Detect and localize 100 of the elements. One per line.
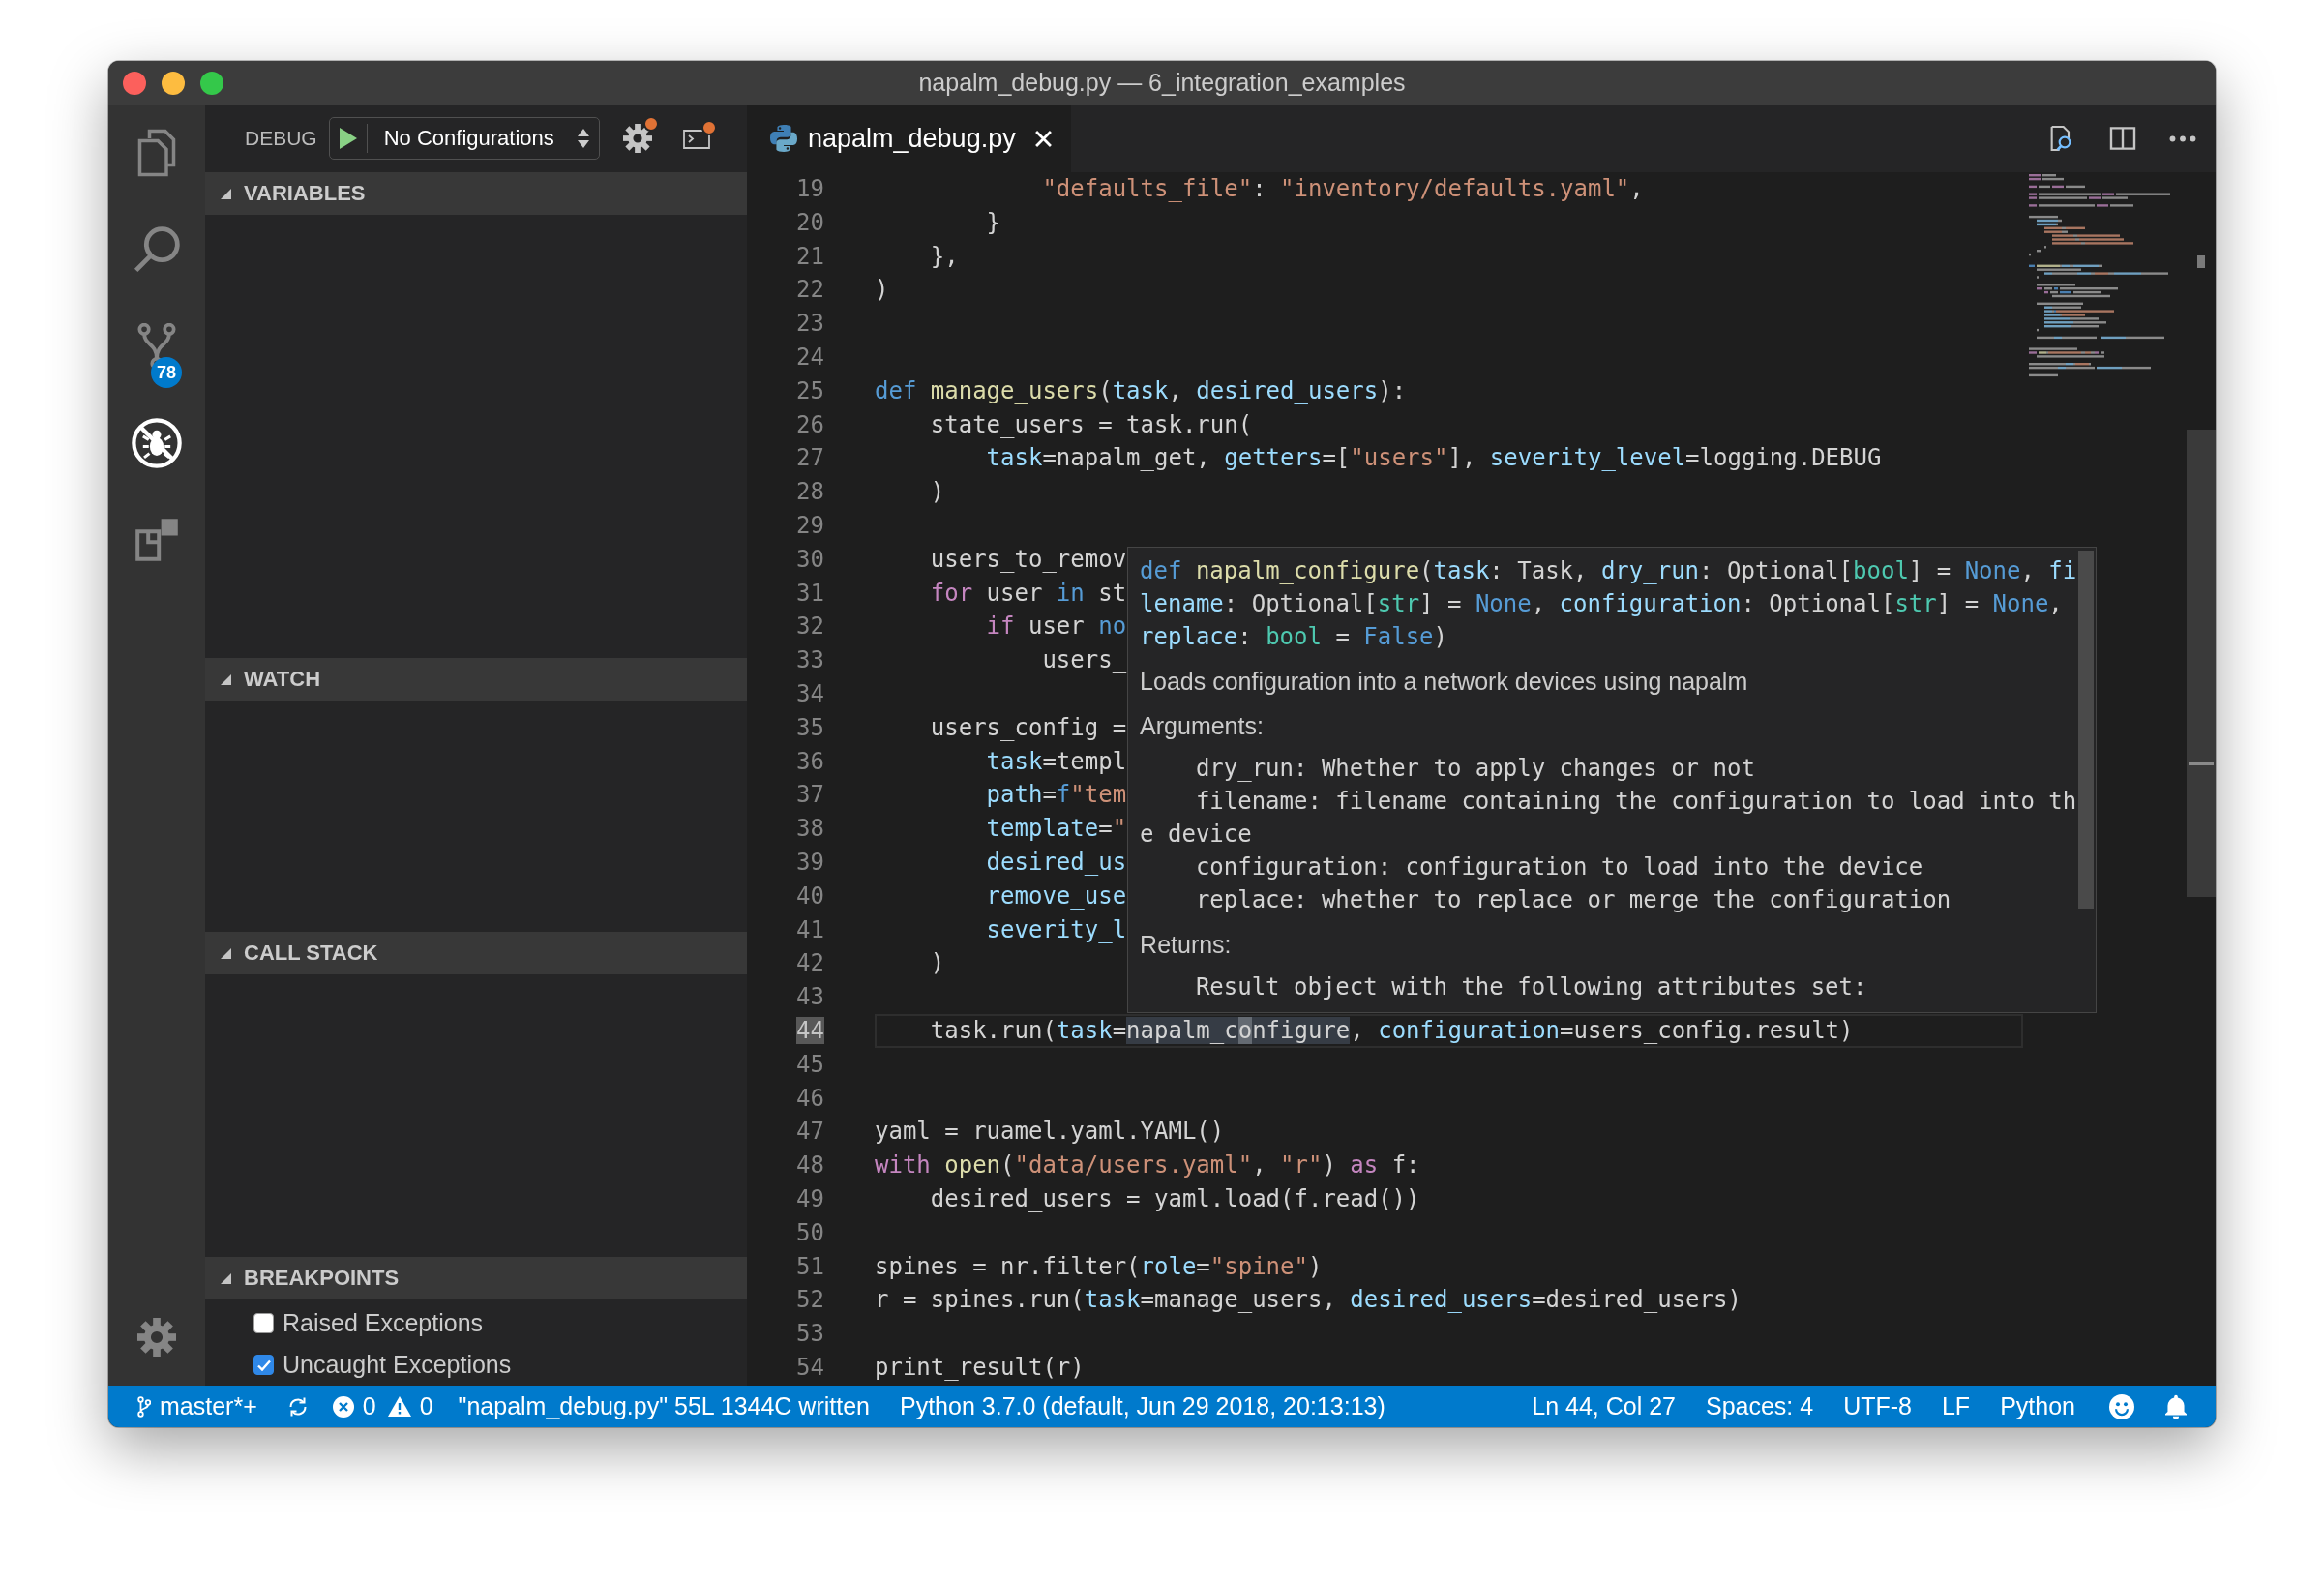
code-line: ) xyxy=(929,478,945,506)
code-line: for user in st xyxy=(929,579,1127,607)
section-header[interactable]: WATCH xyxy=(205,658,747,701)
checkmark-icon xyxy=(256,1359,271,1371)
notification-dot-icon xyxy=(642,116,659,132)
code-line: users_to_remov xyxy=(929,545,1127,573)
line-number: 32 xyxy=(796,612,824,641)
section-header[interactable]: BREAKPOINTS xyxy=(205,1257,747,1299)
count-badge: 78 xyxy=(151,357,182,388)
line-number: 47 xyxy=(796,1118,824,1146)
line-number: 28 xyxy=(796,478,824,506)
code-line: ) xyxy=(875,276,889,304)
code-line: users_ xyxy=(1041,646,1127,674)
line-number: 37 xyxy=(796,781,824,809)
files-icon[interactable] xyxy=(137,129,176,177)
line-number: 45 xyxy=(796,1050,824,1078)
code-line: users_config = xyxy=(929,713,1127,741)
line-number: 53 xyxy=(796,1320,824,1348)
line-number: 22 xyxy=(796,276,824,304)
close-icon[interactable] xyxy=(1034,130,1052,147)
code-line: spines = nr.filter(role="spine") xyxy=(875,1252,1323,1280)
code-line: task.run(task=napalm_configure, configuration=users_config.result) xyxy=(929,1016,1854,1044)
line-number: 41 xyxy=(796,915,824,943)
code-line: task=templ xyxy=(985,747,1127,775)
section-header[interactable]: CALL STACK xyxy=(205,932,747,974)
line-number: 51 xyxy=(796,1252,824,1280)
code-line: }, xyxy=(929,242,959,270)
line-number: 24 xyxy=(796,343,824,371)
line-number: 38 xyxy=(796,815,824,843)
line-number: 27 xyxy=(796,444,824,472)
checkbox[interactable] xyxy=(253,1313,274,1333)
docstring-line: dry_run: Whether to apply changes or not xyxy=(1194,754,1756,784)
line-number: 50 xyxy=(796,1218,824,1246)
code-line: if user no xyxy=(985,612,1127,641)
breakpoint-label: Raised Exceptions xyxy=(283,1309,484,1337)
code-line: desired_users = yaml.load(f.read()) xyxy=(929,1184,1420,1212)
more-icon[interactable] xyxy=(2169,134,2196,142)
code-line: state_users = task.run( xyxy=(929,410,1253,438)
scrollbar-thumb[interactable] xyxy=(2078,551,2095,909)
error-icon xyxy=(332,1395,354,1418)
status-message: "napalm_debug.py" 55L 1344C written xyxy=(458,1392,870,1420)
line-number: 34 xyxy=(796,679,824,707)
line-number: 21 xyxy=(796,242,824,270)
line-number: 30 xyxy=(796,545,824,573)
search-icon[interactable] xyxy=(134,226,180,273)
code-line: "defaults_file": "inventory/defaults.yaml", xyxy=(1041,175,1644,202)
docstring-line: configuration: configuration to load into the device xyxy=(1194,852,1924,882)
play-icon xyxy=(339,128,357,149)
error-count[interactable]: 0 xyxy=(332,1392,376,1420)
smiley-icon[interactable] xyxy=(2109,1393,2134,1419)
line-number: 23 xyxy=(796,310,824,338)
code-line: yaml = ruamel.yaml.YAML() xyxy=(875,1118,1225,1146)
editor-tab[interactable]: napalm_debug.py xyxy=(747,105,1071,172)
notification-dot-icon xyxy=(700,120,717,135)
line-number: 25 xyxy=(796,376,824,404)
minimize-window-icon[interactable] xyxy=(162,71,185,95)
debug-label: DEBUG xyxy=(245,127,317,150)
section-header[interactable]: VARIABLES xyxy=(205,172,747,215)
breakpoint-label: Uncaught Exceptions xyxy=(283,1351,512,1379)
function-signature: def napalm_configure(task: Task, dry_run: Optional[bool] = None, filename: Optional[str] = None, configuration: Optional[str] = None, replace: bool = False) xyxy=(1140,556,2077,652)
indentation-status[interactable]: Spaces: 4 xyxy=(1705,1392,1814,1420)
line-number: 42 xyxy=(796,949,824,977)
zoom-window-icon[interactable] xyxy=(200,71,223,95)
code-line: r = spines.run(task=manage_users, desired_users=desired_users) xyxy=(875,1286,1742,1314)
python-file-icon xyxy=(770,125,797,152)
bell-icon[interactable] xyxy=(2165,1393,2187,1419)
scrollbar-thumb[interactable] xyxy=(2187,430,2216,897)
code-line: remove_use xyxy=(985,881,1127,910)
window-title: napalm_debug.py — 6_integration_examples xyxy=(918,69,1406,97)
code-line: severity_l xyxy=(985,915,1127,943)
code-line: with open("data/users.yaml", "r") as f: xyxy=(875,1151,1420,1180)
language-status[interactable]: Python xyxy=(2000,1392,2075,1420)
line-number: 26 xyxy=(796,410,824,438)
line-ending-status[interactable]: LF xyxy=(1941,1392,1971,1420)
configuration-dropdown[interactable]: No Configurations xyxy=(367,118,599,159)
encoding-status[interactable]: UTF-8 xyxy=(1843,1392,1912,1420)
checkbox[interactable] xyxy=(253,1355,274,1375)
crossed-bug-icon[interactable] xyxy=(132,418,182,468)
line-number: 33 xyxy=(796,646,824,674)
line-number: 39 xyxy=(796,848,824,876)
code-line: } xyxy=(985,208,1001,236)
code-line: task=napalm_get, getters=["users"], severity_level=logging.DEBUG xyxy=(985,444,1882,472)
settings-icon[interactable] xyxy=(622,124,652,153)
line-number: 43 xyxy=(796,983,824,1011)
extensions-icon[interactable] xyxy=(135,519,178,561)
line-number: 52 xyxy=(796,1286,824,1314)
line-number: 54 xyxy=(796,1353,824,1381)
branch-status[interactable]: master*+ xyxy=(137,1392,257,1420)
terminal-icon[interactable] xyxy=(682,128,710,149)
close-window-icon[interactable] xyxy=(123,71,146,95)
interpreter-status[interactable]: Python 3.7.0 (default, Jun 29 2018, 20:13:13) xyxy=(900,1392,1385,1420)
code-line: ) xyxy=(929,949,945,977)
branch-icon xyxy=(137,1395,151,1418)
line-number: 31 xyxy=(796,579,824,607)
line-number: 48 xyxy=(796,1151,824,1180)
warning-count[interactable]: 0 xyxy=(387,1392,433,1420)
code-line: template=" xyxy=(985,815,1127,843)
line-number: 40 xyxy=(796,881,824,910)
cursor-position-status[interactable]: Ln 44, Col 27 xyxy=(1532,1392,1676,1420)
docstring-summary: Loads configuration into a network devices using napalm xyxy=(1140,667,1749,697)
